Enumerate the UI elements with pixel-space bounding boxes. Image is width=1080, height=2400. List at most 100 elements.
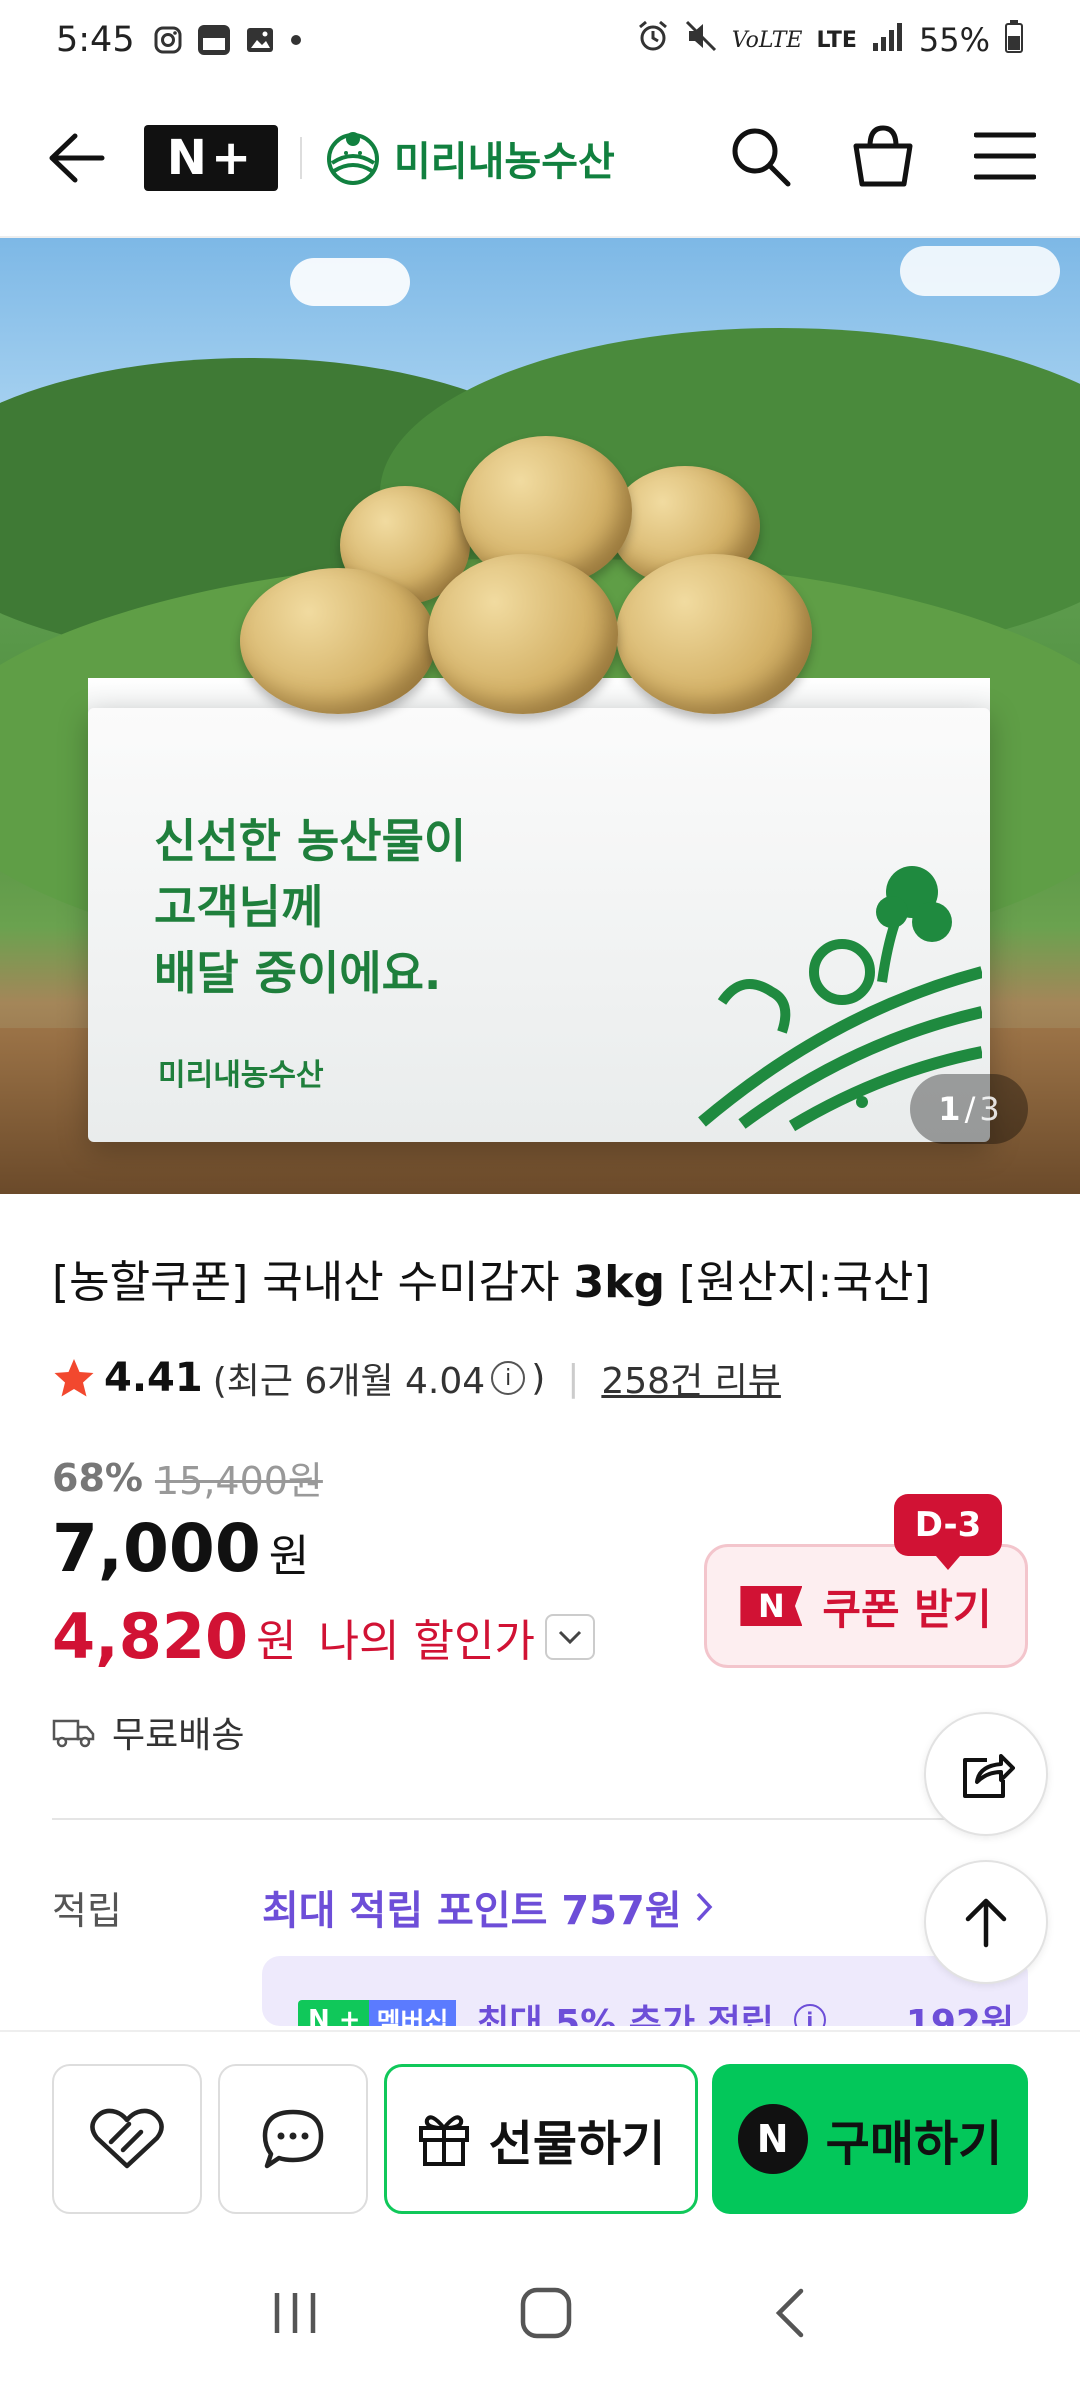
membership-info-icon[interactable]: i [793,2004,826,2026]
signal-icon [871,21,905,59]
product-title: [농할쿠폰] 국내산 수미감자 3kg [원산지:국산] [52,1246,931,1310]
status-bar: 5:45 VoLTE LTE 55% [0,0,1080,80]
membership-badge-main: N + [308,2005,361,2026]
recent-apps-icon [274,2293,315,2333]
pager-current: 1 [938,1090,961,1128]
chat-icon [262,2109,324,2169]
coupon-dday-badge: D-3 [894,1494,1002,1570]
recent-apps-button[interactable] [269,2287,321,2343]
chevron-right-icon [696,1892,713,1922]
box-slogan-line: 신선한 농산물이 [154,814,467,868]
rating-separator: | [567,1357,580,1399]
search-button[interactable] [728,124,792,192]
purchase-action-bar: 선물하기 N 구매하기 [0,2030,1080,2230]
rating-recent: (최근 6개월 4.04 [212,1361,486,1402]
pager-total: 3 [979,1090,1000,1128]
membership-badge: N + 멤버십 [298,2000,457,2026]
my-price-expand-button[interactable] [545,1613,595,1660]
wishlist-button[interactable] [52,2064,202,2214]
battery-icon [1004,19,1024,61]
my-price-unit: 원 [256,1615,297,1667]
info-icon[interactable]: i [491,1361,526,1395]
potato [616,554,812,714]
original-price: 15,400원 [154,1459,323,1503]
gift-label: 선물하기 [488,2116,666,2172]
menu-button[interactable] [973,131,1037,185]
membership-points-box: N + 멤버십 최대 5% 추가 적립 i 192원 [262,1956,1028,2026]
menu-icon [973,132,1037,180]
header-divider [300,137,302,179]
store-link[interactable]: 미리내농수산 [324,129,615,187]
heart-icon [90,2108,164,2169]
box-slogan: 신선한 농산물이 고객님께 배달 중이에요. [154,808,466,1006]
gallery-icon [245,25,275,55]
coupon-button[interactable]: N 쿠폰 받기 [704,1544,1028,1668]
talk-talk-button[interactable] [218,2064,368,2214]
membership-amount: 192원 [905,2003,1015,2026]
membership-row: N + 멤버십 최대 5% 추가 적립 i 192원 [298,1994,1014,2026]
star-icon [54,1359,94,1397]
box-brand: 미리내농수산 [158,1058,324,1093]
share-button[interactable] [924,1712,1048,1836]
discount-row: 68% 15,400원 [52,1450,323,1505]
naver-plus-logo[interactable]: N+ [144,125,278,191]
search-icon [732,128,791,187]
lte-icon: LTE [816,27,857,53]
app-header: N+ 미리내농수산 [0,80,1080,238]
mute-icon [684,19,718,61]
cloud [290,258,410,306]
sale-price-amount: 7,000 [52,1510,261,1587]
system-nav-bar [0,2230,1080,2400]
rating-recent-close: ) [531,1357,546,1399]
rating-score: 4.41 [104,1355,203,1401]
store-name: 미리내농수산 [394,139,615,185]
chevron-down-icon [558,1630,582,1644]
membership-text: 최대 5% 추가 적립 [476,2003,774,2026]
sale-price: 7,000 원 [52,1510,309,1587]
dot-icon [289,33,303,47]
home-button[interactable] [518,2285,574,2345]
pager-separator: / [964,1090,976,1128]
product-image-carousel[interactable]: 신선한 농산물이 고객님께 배달 중이에요. 미리내농수산 1 / 3 [0,238,1080,1194]
rating-row: 4.41 (최근 6개월 4.04 i ) | 258건 리뷰 [52,1352,781,1404]
back-arrow-icon [49,133,105,183]
points-label: 적립 [52,1889,122,1933]
back-button[interactable] [44,126,108,190]
store-logo-icon [327,132,379,185]
box-slogan-line: 배달 중이에요. [154,946,442,1000]
potato [240,568,436,714]
my-discount-price: 4,820 원 나의 할인가 [52,1600,595,1673]
review-link[interactable]: 258건 리뷰 [601,1352,781,1404]
battery-text: 55% [918,21,990,59]
cart-button[interactable] [850,124,916,192]
naver-n-icon: N [737,2104,808,2174]
cloud [900,246,1060,296]
product-box: 신선한 농산물이 고객님께 배달 중이에요. 미리내농수산 [88,708,990,1142]
gift-button[interactable]: 선물하기 [384,2064,698,2214]
buy-button[interactable]: N 구매하기 [712,2064,1028,2214]
points-link[interactable]: 최대 적립 포인트 757원 [262,1878,714,1936]
product-title-weight: 3kg [573,1257,665,1308]
membership-badge-sub: 멤버십 [368,2000,457,2026]
status-time: 5:45 [56,20,135,60]
system-back-button[interactable] [771,2285,811,2345]
truck-icon [52,1719,95,1748]
section-divider [52,1818,1028,1820]
image-pager: 1 / 3 [910,1074,1028,1144]
buy-label: 구매하기 [825,2116,1003,2172]
potato [428,554,618,714]
scroll-top-button[interactable] [924,1860,1048,1984]
instagram-icon [153,25,183,55]
home-icon [520,2287,572,2339]
product-title-suffix: [원산지:국산] [664,1257,931,1308]
shipping-text: 무료배송 [112,1715,245,1756]
points-text: 최대 적립 포인트 757원 [262,1888,682,1934]
shopping-bag-icon [853,125,913,187]
product-title-prefix: [농할쿠폰] 국내산 수미감자 [52,1257,574,1308]
box-slogan-line: 고객님께 [154,880,324,934]
gift-icon [418,2115,469,2166]
discount-percent: 68% [52,1455,143,1500]
coupon-label: 쿠폰 받기 [822,1584,992,1634]
sale-price-unit: 원 [268,1531,310,1582]
volte-icon: VoLTE [731,27,803,53]
